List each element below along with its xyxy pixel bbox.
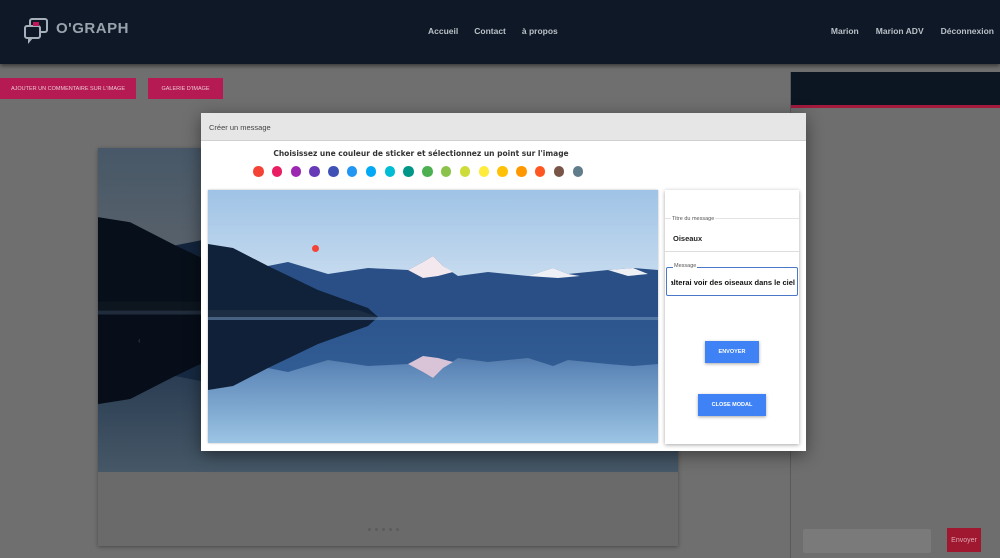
modal-title: Créer un message (209, 123, 271, 132)
color-swatch[interactable] (365, 166, 377, 177)
nav-logout[interactable]: Déconnexion (941, 26, 994, 36)
carousel-dot[interactable] (382, 528, 385, 531)
color-swatch[interactable] (478, 166, 490, 177)
color-swatch[interactable] (290, 166, 302, 177)
color-swatch[interactable] (497, 166, 508, 177)
color-swatch[interactable] (253, 166, 264, 177)
modal-header: Créer un message (201, 113, 806, 141)
send-message-button[interactable]: ENVOYER (705, 341, 759, 363)
carousel-prev-icon[interactable]: ‹ (138, 336, 141, 345)
color-swatch[interactable] (516, 166, 527, 177)
carousel-dot[interactable] (375, 528, 378, 531)
main-nav: Accueil Contact à propos (428, 26, 558, 36)
color-swatch[interactable] (553, 166, 565, 177)
color-swatch[interactable] (346, 166, 358, 177)
carousel-dot[interactable] (396, 528, 399, 531)
sticker-instruction: Choisissez une couleur de sticker et sél… (273, 149, 569, 158)
message-field-label: Message (673, 263, 698, 269)
brand-name: O'GRAPH (56, 19, 129, 37)
title-field-value: Oiseaux (673, 234, 703, 243)
nav-accueil[interactable]: Accueil (428, 26, 458, 36)
carousel-dot[interactable] (368, 528, 371, 531)
close-modal-button[interactable]: CLOSE MODAL (698, 394, 766, 416)
color-swatch[interactable] (309, 166, 320, 177)
message-field-value: alterai voir des oiseaux dans le ciel (671, 278, 795, 288)
color-swatch[interactable] (459, 166, 471, 177)
nav-contact[interactable]: Contact (474, 26, 506, 36)
add-comment-button[interactable]: AJOUTER UN COMMENTAIRE SUR L'IMAGE (0, 78, 136, 99)
comment-send-button[interactable]: Envoyer (947, 528, 981, 552)
nav-apropos[interactable]: à propos (522, 26, 558, 36)
color-swatch[interactable] (440, 166, 452, 177)
carousel-dot[interactable] (389, 528, 392, 531)
brand-logo[interactable]: O'GRAPH (22, 16, 129, 46)
color-swatch[interactable] (328, 166, 339, 177)
color-swatch[interactable] (572, 166, 584, 177)
color-swatch[interactable] (422, 166, 433, 177)
nav-user[interactable]: Marion (831, 26, 859, 36)
message-field[interactable]: Message alterai voir des oiseaux dans le… (666, 263, 798, 296)
color-swatch[interactable] (534, 166, 546, 177)
chat-bubbles-icon (24, 18, 48, 44)
message-text: alterai voir des oiseaux dans le ciel (671, 278, 795, 287)
comments-panel-header (791, 72, 1000, 108)
user-nav: Marion Marion ADV Déconnexion (831, 26, 994, 36)
gallery-button[interactable]: GALERIE D'IMAGE (148, 78, 223, 99)
sticker-target-image[interactable] (208, 190, 658, 443)
title-field[interactable]: Titre du message Oiseaux (665, 216, 799, 252)
comment-input[interactable] (803, 529, 931, 553)
nav-admin[interactable]: Marion ADV (876, 26, 924, 36)
comments-panel: Envoyer (790, 72, 1000, 558)
create-message-modal: Créer un message Choisissez une couleur … (201, 113, 806, 451)
color-swatch[interactable] (403, 166, 414, 177)
sticker-color-palette (253, 166, 584, 177)
carousel-dots (368, 528, 399, 531)
color-swatch[interactable] (271, 166, 283, 177)
title-field-label: Titre du message (671, 216, 716, 222)
navbar: O'GRAPH Accueil Contact à propos Marion … (0, 0, 1000, 64)
color-swatch[interactable] (384, 166, 396, 177)
message-form: Titre du message Oiseaux Message alterai… (665, 190, 799, 444)
sticker-marker[interactable] (312, 245, 319, 252)
